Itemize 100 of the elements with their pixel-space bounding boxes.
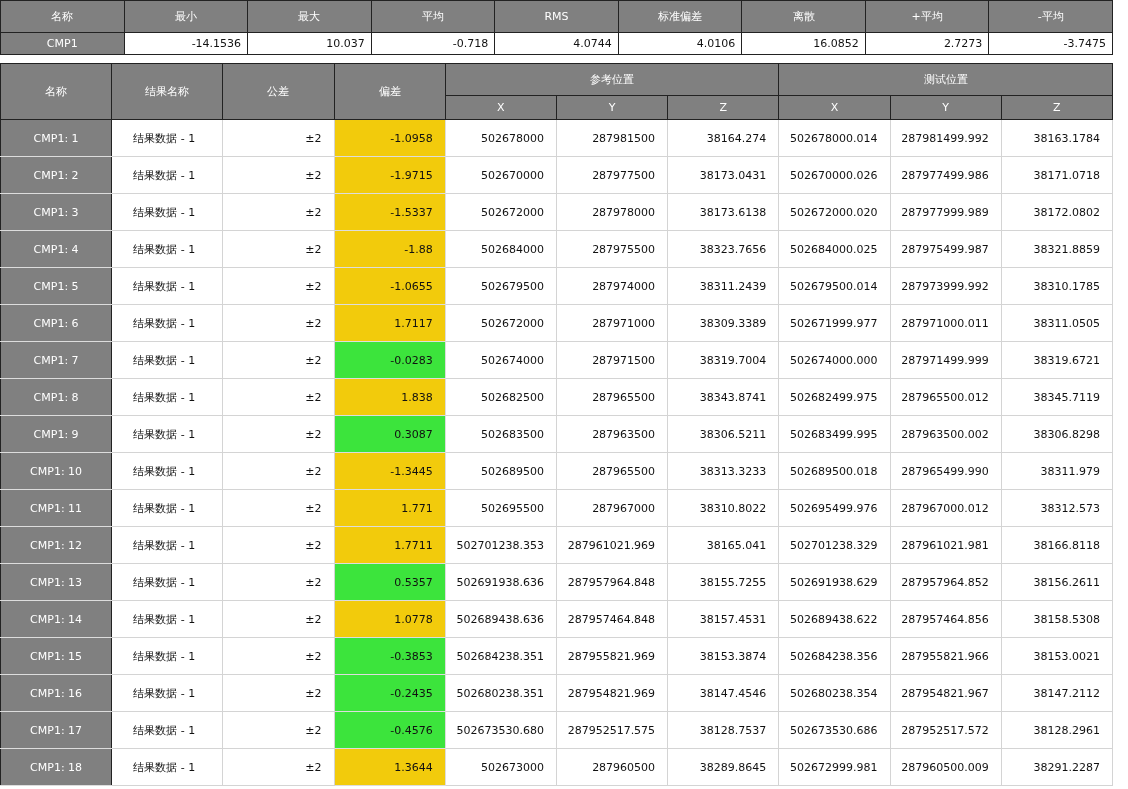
table-cell: ±2 xyxy=(222,341,335,379)
table-cell: 结果数据 - 1 xyxy=(111,452,223,490)
table-cell: 287975499.987 xyxy=(890,230,1002,268)
table-cell: -1.0958 xyxy=(334,119,446,157)
table-cell: 38312.573 xyxy=(1001,489,1113,527)
table-cell: 287965500 xyxy=(556,378,668,416)
table-cell: 287977999.989 xyxy=(890,193,1002,231)
table-cell: 结果数据 - 1 xyxy=(111,674,223,712)
row-header: CMP1: 18 xyxy=(0,748,112,786)
column-header: 偏差 xyxy=(334,63,446,120)
table-cell: 502670000.026 xyxy=(778,156,890,194)
row-header: CMP1: 6 xyxy=(0,304,112,342)
table-cell: -3.7475 xyxy=(988,32,1113,55)
table-cell: 38291.2287 xyxy=(1001,748,1113,786)
table-cell: 502672999.981 xyxy=(778,748,890,786)
table-cell: 287963500 xyxy=(556,415,668,453)
table-cell: 502679500.014 xyxy=(778,267,890,305)
table-cell: ±2 xyxy=(222,267,335,305)
table-cell: ±2 xyxy=(222,748,335,786)
table-cell: 502671999.977 xyxy=(778,304,890,342)
table-cell: 38323.7656 xyxy=(667,230,779,268)
table-cell: 287957464.856 xyxy=(890,600,1002,638)
table-cell: 38157.4531 xyxy=(667,600,779,638)
column-header: 名称 xyxy=(0,0,125,33)
table-cell: 502684000 xyxy=(445,230,557,268)
table-cell: 38311.979 xyxy=(1001,452,1113,490)
table-cell: 287963500.002 xyxy=(890,415,1002,453)
table-cell: 287967000 xyxy=(556,489,668,527)
table-cell: 结果数据 - 1 xyxy=(111,193,223,231)
table-cell: 502683500 xyxy=(445,415,557,453)
table-cell: 结果数据 - 1 xyxy=(111,563,223,601)
table-cell: 502673530.680 xyxy=(445,711,557,749)
table-cell: 287954821.967 xyxy=(890,674,1002,712)
table-cell: 38343.8741 xyxy=(667,378,779,416)
table-cell: 287952517.572 xyxy=(890,711,1002,749)
table-cell: 38155.7255 xyxy=(667,563,779,601)
table-cell: 287957964.852 xyxy=(890,563,1002,601)
table-cell: 38147.4546 xyxy=(667,674,779,712)
table-cell: -14.1536 xyxy=(124,32,248,55)
row-header: CMP1: 12 xyxy=(0,526,112,564)
table-cell: 38306.5211 xyxy=(667,415,779,453)
table-cell: 结果数据 - 1 xyxy=(111,230,223,268)
table-cell: -0.3853 xyxy=(334,637,446,675)
table-cell: 1.0778 xyxy=(334,600,446,638)
table-cell: 287965500 xyxy=(556,452,668,490)
table-cell: 结果数据 - 1 xyxy=(111,526,223,564)
table-cell: 0.3087 xyxy=(334,415,446,453)
column-header: 名称 xyxy=(0,63,112,120)
row-header: CMP1: 8 xyxy=(0,378,112,416)
table-cell: 287960500.009 xyxy=(890,748,1002,786)
table-cell: 38153.0021 xyxy=(1001,637,1113,675)
table-cell: 287971000 xyxy=(556,304,668,342)
table-cell: 502673530.686 xyxy=(778,711,890,749)
column-group-header: 参考位置 xyxy=(445,63,779,96)
table-cell: 287977500 xyxy=(556,156,668,194)
table-cell: 1.838 xyxy=(334,378,446,416)
table-cell: 502701238.353 xyxy=(445,526,557,564)
table-cell: ±2 xyxy=(222,230,335,268)
table-cell: 287965500.012 xyxy=(890,378,1002,416)
table-cell: 38172.0802 xyxy=(1001,193,1113,231)
table-cell: 结果数据 - 1 xyxy=(111,711,223,749)
table-cell: 结果数据 - 1 xyxy=(111,304,223,342)
row-header: CMP1: 17 xyxy=(0,711,112,749)
table-cell: -1.88 xyxy=(334,230,446,268)
table-cell: 287961021.981 xyxy=(890,526,1002,564)
table-cell: 502684000.025 xyxy=(778,230,890,268)
column-group-header: 测试位置 xyxy=(778,63,1113,96)
table-cell: CMP1 xyxy=(0,32,125,55)
table-cell: 287961021.969 xyxy=(556,526,668,564)
table-cell: 502695499.976 xyxy=(778,489,890,527)
table-cell: 287960500 xyxy=(556,748,668,786)
table-cell: 38310.8022 xyxy=(667,489,779,527)
table-cell: 502678000 xyxy=(445,119,557,157)
table-cell: 502674000.000 xyxy=(778,341,890,379)
table-cell: ±2 xyxy=(222,674,335,712)
table-cell: 1.3644 xyxy=(334,748,446,786)
table-cell: -0.2435 xyxy=(334,674,446,712)
column-header: 平均 xyxy=(371,0,495,33)
table-cell: 结果数据 - 1 xyxy=(111,341,223,379)
table-cell: 502701238.329 xyxy=(778,526,890,564)
table-cell: 502689438.622 xyxy=(778,600,890,638)
table-cell: 38156.2611 xyxy=(1001,563,1113,601)
table-cell: ±2 xyxy=(222,304,335,342)
table-cell: 38319.6721 xyxy=(1001,341,1113,379)
table-cell: 16.0852 xyxy=(741,32,866,55)
table-cell: 502672000 xyxy=(445,193,557,231)
table-cell: 结果数据 - 1 xyxy=(111,600,223,638)
row-header: CMP1: 4 xyxy=(0,230,112,268)
table-cell: ±2 xyxy=(222,193,335,231)
column-header: Z xyxy=(667,95,779,120)
table-cell: 502679500 xyxy=(445,267,557,305)
table-cell: 38311.2439 xyxy=(667,267,779,305)
table-cell: 287955821.969 xyxy=(556,637,668,675)
table-cell: 502682499.975 xyxy=(778,378,890,416)
table-cell: 287971500 xyxy=(556,341,668,379)
column-header: Z xyxy=(1001,95,1113,120)
table-cell: 38163.1784 xyxy=(1001,119,1113,157)
row-header: CMP1: 7 xyxy=(0,341,112,379)
table-cell: 结果数据 - 1 xyxy=(111,156,223,194)
table-cell: 结果数据 - 1 xyxy=(111,378,223,416)
